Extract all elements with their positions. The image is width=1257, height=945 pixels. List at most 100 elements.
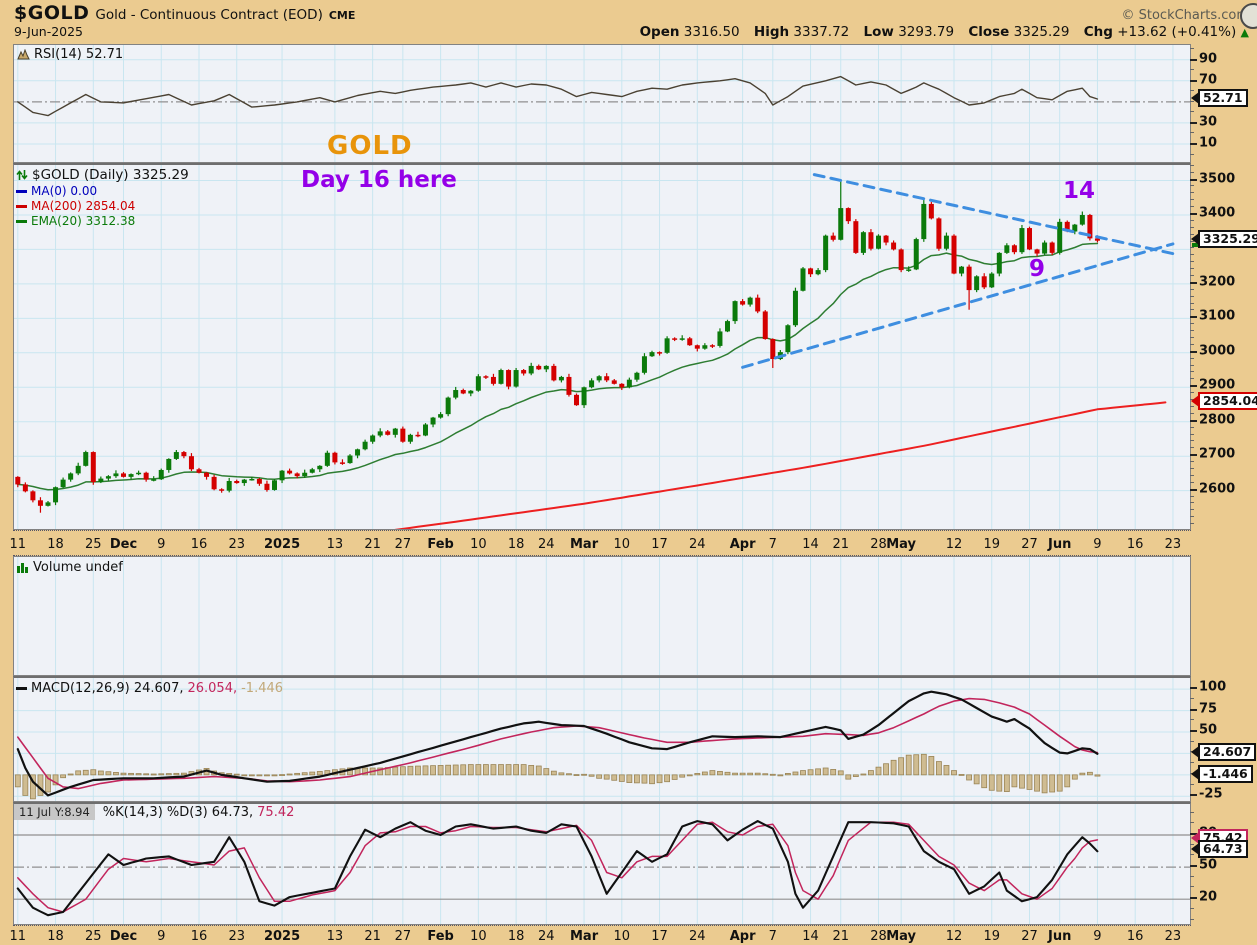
axis-minor-tick bbox=[1190, 875, 1194, 877]
macd-main-label: MACD(12,26,9) 24.607, bbox=[31, 681, 184, 696]
volume-legend: Volume undef bbox=[16, 560, 123, 575]
axis-label: 2600 bbox=[1199, 481, 1236, 497]
close-label: Close bbox=[968, 24, 1010, 40]
x-axis-label: 23 bbox=[1164, 537, 1182, 552]
x-axis-label: 16 bbox=[190, 929, 208, 944]
axis-minor-tick bbox=[1190, 467, 1194, 469]
axis-minor-tick bbox=[1190, 378, 1194, 380]
axis-tick bbox=[1190, 454, 1197, 457]
symbol: $GOLD bbox=[14, 2, 90, 24]
x-axis-label: 19 bbox=[983, 537, 1001, 552]
x-axis-label: Dec bbox=[109, 929, 138, 944]
axis-minor-tick bbox=[1190, 199, 1194, 201]
axis-minor-tick bbox=[1190, 330, 1194, 332]
x-axis-label: 19 bbox=[983, 929, 1001, 944]
x-axis-label: 14 bbox=[802, 929, 819, 944]
axis-tick bbox=[1190, 897, 1197, 900]
macd-legend: MACD(12,26,9) 24.607, 26.054, -1.446 bbox=[16, 681, 283, 696]
x-axis-label: 24 bbox=[689, 537, 706, 552]
axis-tick bbox=[1190, 350, 1197, 353]
axis-minor-tick bbox=[1190, 474, 1194, 476]
axis-label: 70 bbox=[1199, 72, 1218, 88]
price-label-box: 2854.04 bbox=[1198, 392, 1257, 411]
x-axis-label: 25 bbox=[85, 537, 102, 552]
stoch-hover-info: 11 Jul Y:8.94 bbox=[14, 804, 95, 820]
axis-minor-tick bbox=[1190, 132, 1194, 134]
x-axis-label: Apr bbox=[729, 537, 756, 552]
axis-minor-tick bbox=[1190, 69, 1194, 71]
price-label-box: 52.71 bbox=[1198, 89, 1248, 107]
instrument-title: $GOLD Gold - Continuous Contract (EOD) CME bbox=[14, 2, 355, 24]
axis-minor-tick bbox=[1190, 295, 1194, 297]
axis-minor-tick bbox=[1190, 247, 1194, 249]
axis-minor-tick bbox=[1190, 226, 1194, 228]
rsi-plot[interactable] bbox=[14, 45, 1190, 162]
x-axis-label: 11 bbox=[9, 537, 27, 552]
x-axis-label: 27 bbox=[394, 537, 412, 552]
x-axis-label: 27 bbox=[394, 929, 412, 944]
axis-minor-tick bbox=[1190, 433, 1194, 435]
stoch-plot[interactable] bbox=[14, 804, 1190, 924]
x-axis-label: 14 bbox=[802, 537, 819, 552]
x-axis-label: Jun bbox=[1048, 929, 1072, 944]
instrument-name: Gold - Continuous Contract (EOD) bbox=[95, 7, 323, 23]
x-axis-label: 9 bbox=[157, 537, 166, 552]
close-value: 3325.29 bbox=[1013, 24, 1070, 40]
high-value: 3337.72 bbox=[793, 24, 850, 40]
axis-minor-tick bbox=[1190, 206, 1194, 208]
x-axis-label: 13 bbox=[326, 537, 344, 552]
x-axis-label: May bbox=[886, 929, 917, 944]
axis-minor-tick bbox=[1190, 811, 1194, 813]
price-label-box: 24.607 bbox=[1198, 742, 1257, 761]
axis-label: 2700 bbox=[1199, 446, 1236, 462]
exchange: CME bbox=[328, 9, 356, 22]
price-legend-title: $GOLD (Daily) 3325.29 bbox=[16, 167, 189, 183]
x-axis-label: 18 bbox=[47, 929, 64, 944]
x-axis-label: 23 bbox=[228, 929, 246, 944]
axis-minor-tick bbox=[1190, 219, 1194, 221]
x-axis-label: 12 bbox=[945, 929, 963, 944]
axis-minor-tick bbox=[1190, 509, 1194, 511]
x-axis-label: Feb bbox=[427, 929, 454, 944]
axis-tick bbox=[1190, 730, 1197, 732]
price-label-box: 3325.29 bbox=[1198, 229, 1257, 248]
axis-tick bbox=[1190, 58, 1197, 61]
x-axis-strip-bottom: 11 18 25 Dec 9 16 23 2025 13 21 27 Feb 10 18 24 Mar 10 17… bbox=[9, 925, 1191, 945]
high-label: High bbox=[753, 24, 790, 40]
axis-minor-tick bbox=[1190, 288, 1194, 290]
x-axis-label: 17 bbox=[651, 537, 668, 552]
stoch-d-value: 75.42 bbox=[257, 804, 295, 820]
chart-header-row2: 9-Jun-2025 Open 3316.50 High 3337.72 Low… bbox=[14, 24, 1249, 40]
x-axis-label: 11 bbox=[9, 929, 27, 944]
low-label: Low bbox=[863, 24, 894, 40]
axis-minor-tick bbox=[1190, 357, 1194, 359]
x-axis-label: 2025 bbox=[263, 929, 301, 944]
axis-tick bbox=[1190, 419, 1197, 422]
axis-minor-tick bbox=[1190, 740, 1194, 742]
ma200-label: MA(200) 2854.04 bbox=[31, 199, 136, 213]
x-axis-label: Mar bbox=[569, 537, 599, 552]
x-axis-label: 16 bbox=[190, 537, 208, 552]
axis-label: 3200 bbox=[1199, 274, 1236, 290]
volume-plot[interactable] bbox=[14, 557, 1190, 675]
axis-minor-tick bbox=[1190, 268, 1194, 270]
axis-minor-tick bbox=[1190, 886, 1194, 888]
axis-minor-tick bbox=[1190, 171, 1194, 173]
axis-tick bbox=[1190, 79, 1197, 82]
axis-minor-tick bbox=[1190, 48, 1194, 50]
macd-line-swatch bbox=[16, 687, 27, 690]
ma200-line-swatch bbox=[16, 204, 27, 208]
axis-label: -25 bbox=[1199, 786, 1223, 802]
macd-plot[interactable] bbox=[14, 678, 1190, 801]
annotation-count-14: 14 bbox=[1063, 178, 1096, 204]
axis-tick bbox=[1190, 488, 1197, 491]
annotation-gold: GOLD bbox=[327, 131, 413, 161]
axis-label: 3000 bbox=[1199, 343, 1236, 359]
x-axis-label: 7 bbox=[768, 929, 777, 944]
axis-minor-tick bbox=[1190, 254, 1194, 256]
axis-minor-tick bbox=[1190, 697, 1194, 699]
axis-label: 100 bbox=[1199, 679, 1227, 695]
price-plot[interactable] bbox=[14, 165, 1190, 529]
ohlc-row: Open 3316.50 High 3337.72 Low 3293.79 Cl… bbox=[630, 24, 1249, 40]
axis-minor-tick bbox=[1190, 261, 1194, 263]
